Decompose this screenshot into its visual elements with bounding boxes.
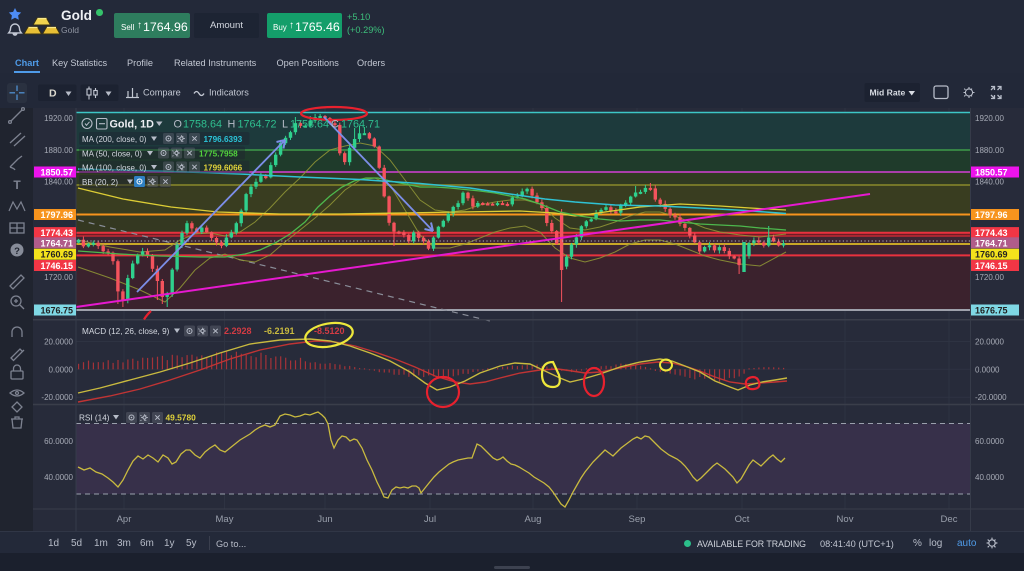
svg-text:Jul: Jul — [424, 514, 436, 525]
svg-text:-20.0000: -20.0000 — [41, 393, 73, 402]
svg-text:Aug: Aug — [525, 514, 542, 525]
svg-text:1760.69: 1760.69 — [975, 250, 1008, 260]
svg-text:1880.00: 1880.00 — [44, 146, 73, 155]
svg-text:1760.69: 1760.69 — [40, 250, 73, 260]
svg-text:1797.96: 1797.96 — [975, 210, 1008, 220]
svg-text:MA (50, close, 0): MA (50, close, 0) — [82, 150, 142, 159]
svg-text:Gold, 1D: Gold, 1D — [110, 119, 155, 131]
svg-text:1774.43: 1774.43 — [40, 228, 73, 238]
svg-text:49.5780: 49.5780 — [166, 413, 197, 423]
svg-text:Indicators: Indicators — [209, 88, 249, 98]
svg-text:-6.2191: -6.2191 — [264, 326, 295, 336]
svg-text:Mid Rate: Mid Rate — [870, 88, 906, 98]
svg-text:1676.75: 1676.75 — [40, 306, 73, 316]
svg-text:1796.6393: 1796.6393 — [204, 135, 243, 144]
svg-text:T: T — [13, 178, 21, 192]
svg-text:1774.43: 1774.43 — [975, 228, 1008, 238]
svg-text:1920.00: 1920.00 — [975, 114, 1004, 123]
svg-text:C: C — [331, 119, 339, 131]
svg-text:Dec: Dec — [941, 514, 958, 525]
svg-text:-20.0000: -20.0000 — [975, 393, 1007, 402]
svg-text:60.0000: 60.0000 — [975, 437, 1004, 446]
svg-text:20.0000: 20.0000 — [975, 338, 1004, 347]
svg-text:1764.71: 1764.71 — [975, 238, 1008, 248]
svg-text:Oct: Oct — [735, 514, 750, 525]
svg-text:60.0000: 60.0000 — [44, 437, 73, 446]
svg-text:Apr: Apr — [117, 514, 132, 525]
svg-text:RSI (14): RSI (14) — [79, 414, 110, 423]
svg-text:H: H — [228, 119, 236, 131]
svg-text:1676.75: 1676.75 — [975, 306, 1008, 316]
svg-text:-8.5120: -8.5120 — [314, 326, 345, 336]
svg-text:1797.96: 1797.96 — [40, 210, 73, 220]
svg-text:2.2928: 2.2928 — [224, 326, 252, 336]
svg-text:D: D — [49, 88, 57, 100]
svg-text:40.0000: 40.0000 — [975, 473, 1004, 482]
svg-text:40.0000: 40.0000 — [44, 473, 73, 482]
svg-text:1720.00: 1720.00 — [44, 273, 73, 282]
svg-text:1746.15: 1746.15 — [40, 261, 73, 271]
svg-text:Jun: Jun — [317, 514, 332, 525]
svg-text:1920.00: 1920.00 — [44, 114, 73, 123]
svg-text:1775.7958: 1775.7958 — [199, 150, 238, 159]
svg-text:L: L — [282, 119, 288, 131]
svg-text:0.0000: 0.0000 — [49, 365, 74, 374]
svg-text:1850.57: 1850.57 — [40, 168, 73, 178]
svg-text:May: May — [216, 514, 234, 525]
svg-text:0.0000: 0.0000 — [975, 365, 1000, 374]
svg-text:1799.6066: 1799.6066 — [204, 164, 243, 173]
svg-text:1840.00: 1840.00 — [975, 178, 1004, 187]
svg-text:Nov: Nov — [837, 514, 854, 525]
svg-text:Compare: Compare — [143, 88, 181, 98]
svg-text:1764.71: 1764.71 — [341, 119, 380, 131]
svg-text:Sep: Sep — [629, 514, 646, 525]
svg-text:MA (200, close, 0): MA (200, close, 0) — [82, 135, 147, 144]
svg-text:1880.00: 1880.00 — [975, 146, 1004, 155]
svg-text:1746.15: 1746.15 — [975, 261, 1008, 271]
svg-text:1840.00: 1840.00 — [44, 178, 73, 187]
svg-text:?: ? — [14, 246, 20, 257]
svg-text:1758.64: 1758.64 — [290, 119, 329, 131]
svg-text:1758.64: 1758.64 — [183, 119, 222, 131]
svg-text:1850.57: 1850.57 — [975, 168, 1008, 178]
svg-text:1764.72: 1764.72 — [238, 119, 277, 131]
svg-text:20.0000: 20.0000 — [44, 338, 73, 347]
svg-text:1764.71: 1764.71 — [40, 238, 73, 248]
svg-text:MA (100, close, 0): MA (100, close, 0) — [82, 164, 147, 173]
svg-text:1720.00: 1720.00 — [975, 273, 1004, 282]
svg-text:BB (20, 2): BB (20, 2) — [82, 178, 118, 187]
svg-text:O: O — [174, 119, 182, 131]
svg-text:MACD (12, 26, close, 9): MACD (12, 26, close, 9) — [82, 327, 170, 336]
